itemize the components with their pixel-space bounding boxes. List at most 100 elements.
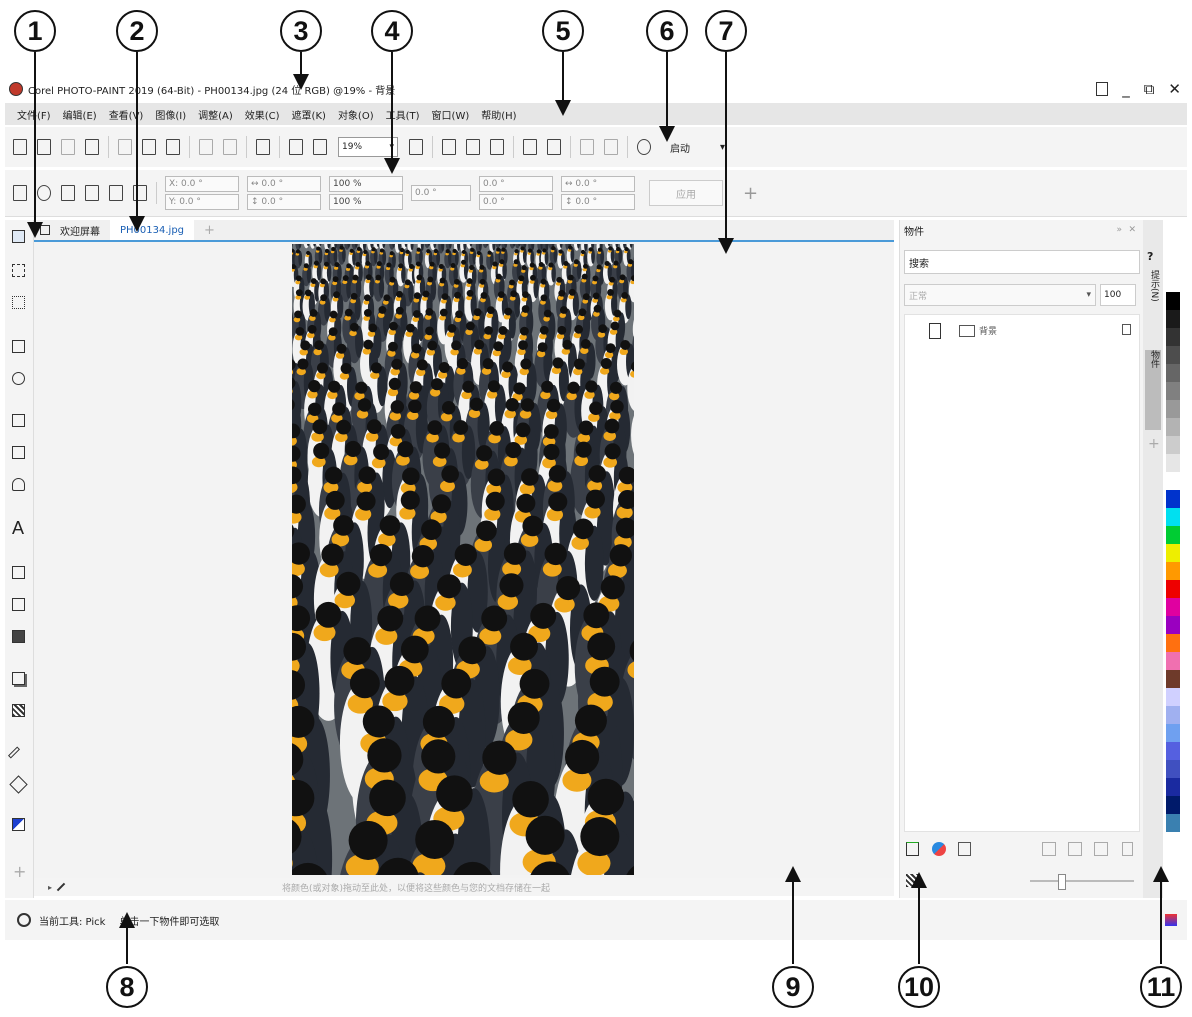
add-tool-icon[interactable]: + (13, 862, 26, 881)
palette-swatch[interactable] (1166, 670, 1180, 688)
pick-tool-icon[interactable] (12, 230, 25, 243)
eyedropper-icon[interactable] (56, 882, 66, 892)
rotation-input[interactable]: 0.0 ° (411, 185, 471, 201)
palette-swatch[interactable] (1166, 580, 1180, 598)
zoom-slider[interactable] (1030, 874, 1134, 890)
palette-swatch[interactable] (1166, 724, 1180, 742)
objects-search-input[interactable]: 搜索 (904, 250, 1140, 274)
scale-icon[interactable] (61, 185, 75, 201)
palette-swatch[interactable] (1166, 706, 1180, 724)
palette-swatch[interactable] (1166, 562, 1180, 580)
menu-view[interactable]: 查看(V) (109, 107, 144, 122)
text-tool-icon[interactable]: A (12, 518, 24, 539)
zoom-level-select[interactable]: 19% ▾ (338, 137, 398, 157)
palette-swatch[interactable] (1166, 544, 1180, 562)
palette-swatch[interactable] (1166, 796, 1180, 814)
tab-hints[interactable]: 提示(N) (1145, 270, 1161, 340)
redo-icon[interactable] (223, 139, 237, 155)
save-icon[interactable] (61, 139, 75, 155)
mask-transform-tool-icon[interactable] (12, 296, 25, 309)
palette-swatch[interactable] (1166, 382, 1180, 400)
width-input[interactable]: ↔ 0.0 ° (247, 176, 321, 192)
document-image[interactable] (292, 244, 634, 875)
export-icon[interactable] (313, 139, 327, 155)
skew-h-input[interactable]: ↔ 0.0 ° (561, 176, 635, 192)
show-rulers-icon[interactable] (547, 139, 561, 155)
options-gear-icon[interactable] (637, 139, 651, 155)
menu-mask[interactable]: 遮罩(K) (292, 107, 326, 122)
skew-icon[interactable] (85, 185, 99, 201)
menu-help[interactable]: 帮助(H) (481, 107, 516, 122)
menu-file[interactable]: 文件(F) (17, 107, 51, 122)
menu-tools[interactable]: 工具(T) (386, 107, 420, 122)
new-lens-icon[interactable] (932, 842, 946, 856)
palette-arrow-icon[interactable]: ▸ (48, 883, 52, 892)
menu-image[interactable]: 图像(I) (155, 107, 186, 122)
transparency-grid-icon[interactable] (906, 874, 919, 887)
copy-icon[interactable] (142, 139, 156, 155)
clip-mask-icon[interactable] (1094, 842, 1108, 856)
drop-shadow-tool-icon[interactable] (12, 672, 25, 685)
mask-overlay-icon[interactable] (466, 139, 480, 155)
palette-swatch[interactable] (1166, 490, 1180, 508)
snap-guides-icon[interactable] (604, 139, 618, 155)
opacity-input[interactable]: 100 (1100, 284, 1136, 306)
home-icon[interactable] (40, 225, 50, 235)
menu-edit[interactable]: 编辑(E) (63, 107, 97, 122)
print-icon[interactable] (85, 139, 99, 155)
restore-button[interactable]: ⧉ (1144, 80, 1155, 98)
open-icon[interactable] (37, 139, 51, 155)
docker-close-icon[interactable]: ✕ (1128, 225, 1136, 235)
add-icon[interactable]: + (743, 183, 758, 204)
paste-icon[interactable] (166, 139, 180, 155)
lock-icon[interactable] (1122, 324, 1131, 335)
palette-swatch[interactable] (1166, 328, 1180, 346)
move-icon[interactable] (13, 185, 27, 201)
new-layer-icon[interactable] (958, 842, 971, 856)
palette-swatch[interactable] (1166, 508, 1180, 526)
palette-swatch[interactable] (1166, 760, 1180, 778)
palette-swatch[interactable] (1166, 616, 1180, 634)
eyedropper-tool-icon[interactable] (7, 746, 21, 759)
position-x-input[interactable]: X: 0.0 ° (165, 176, 239, 192)
zoom-tool-icon[interactable] (12, 372, 25, 385)
palette-swatch[interactable] (1166, 634, 1180, 652)
tab-welcome[interactable]: 欢迎屏幕 (50, 220, 110, 240)
docker-collapse-icon[interactable]: » (1116, 225, 1122, 235)
full-screen-icon[interactable] (409, 139, 423, 155)
palette-swatch[interactable] (1166, 346, 1180, 364)
position-y-input[interactable]: Y: 0.0 ° (165, 194, 239, 210)
layer-name[interactable]: 背景 (979, 324, 997, 337)
eraser-tool-icon[interactable] (12, 630, 25, 643)
user-icon[interactable] (1096, 82, 1109, 96)
minimize-button[interactable]: _ (1122, 80, 1130, 98)
import-icon[interactable] (289, 139, 303, 155)
scale-x-input[interactable]: 100 % (329, 176, 403, 192)
palette-swatch[interactable] (1166, 472, 1180, 490)
apply-button[interactable]: 应用 (649, 180, 723, 206)
palette-swatch[interactable] (1166, 652, 1180, 670)
palette-swatch[interactable] (1166, 598, 1180, 616)
scale-y-input[interactable]: 100 % (329, 194, 403, 210)
new-icon[interactable] (13, 139, 27, 155)
new-tab-button[interactable]: + (194, 220, 225, 240)
distort-icon[interactable] (109, 185, 123, 201)
palette-swatch[interactable] (1166, 436, 1180, 454)
palette-swatch[interactable] (1166, 814, 1180, 832)
undo-icon[interactable] (199, 139, 213, 155)
paint-tool-icon[interactable] (12, 566, 25, 579)
restore-to-checkpoint-icon[interactable] (442, 139, 456, 155)
tab-document[interactable]: PH00134.jpg (110, 220, 195, 240)
delete-icon[interactable] (1122, 842, 1133, 856)
help-icon[interactable]: ? (1147, 250, 1153, 263)
layer-visibility-icon[interactable] (929, 323, 941, 339)
palette-swatch[interactable] (1166, 400, 1180, 418)
palette-swatch[interactable] (1166, 292, 1180, 310)
mask-icon[interactable] (1068, 842, 1082, 856)
close-button[interactable]: ✕ (1168, 80, 1181, 98)
palette-swatch[interactable] (1166, 364, 1180, 382)
height-input[interactable]: ↕ 0.0 ° (247, 194, 321, 210)
palette-swatch[interactable] (1166, 526, 1180, 544)
combine-icon[interactable] (1042, 842, 1056, 856)
show-object-marquee-icon[interactable] (523, 139, 537, 155)
